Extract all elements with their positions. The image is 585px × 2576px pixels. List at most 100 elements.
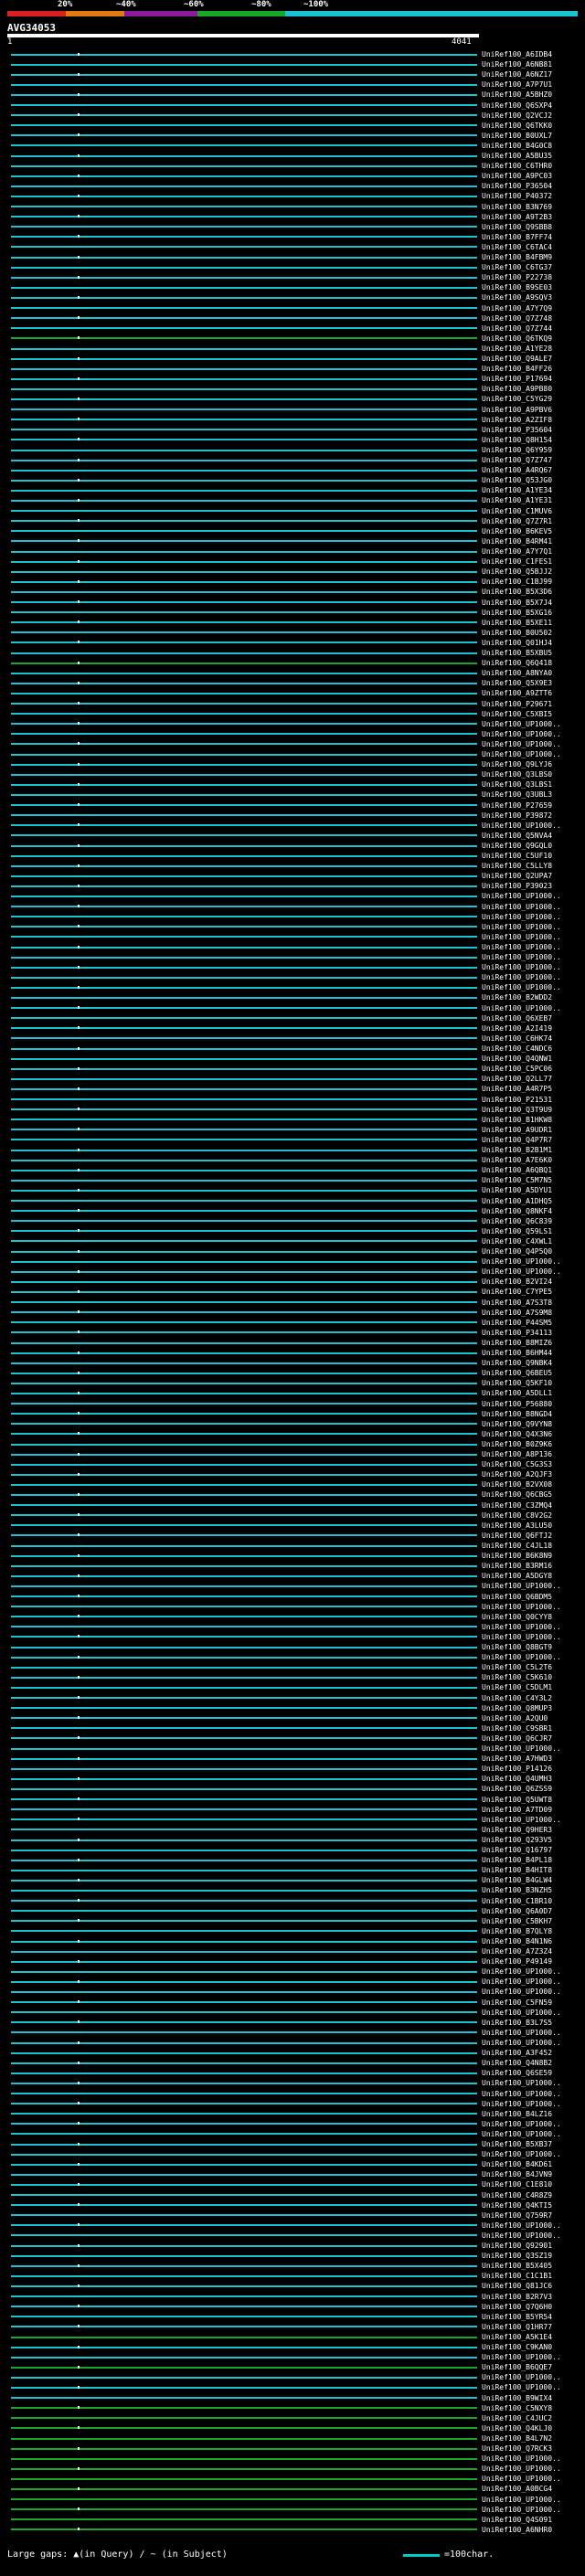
hit-row[interactable]: UniRef100_Q2LL77 bbox=[0, 1074, 585, 1084]
hit-row[interactable]: UniRef100_C4JUC2 bbox=[0, 2413, 585, 2423]
hit-label[interactable]: UniRef100_B5XB37 bbox=[482, 2139, 552, 2149]
hit-row[interactable]: UniRef100_C6TAC4 bbox=[0, 242, 585, 252]
hit-row[interactable]: UniRef100_A2QU0 bbox=[0, 1713, 585, 1723]
hit-label[interactable]: UniRef100_UP1000.. bbox=[482, 821, 561, 831]
hit-label[interactable]: UniRef100_Q2VCJ2 bbox=[482, 111, 552, 121]
hit-row[interactable]: UniRef100_B8MIZ6 bbox=[0, 1338, 585, 1348]
hit-row[interactable]: UniRef100_Q7Z7R1 bbox=[0, 516, 585, 526]
hit-label[interactable]: UniRef100_C5K610 bbox=[482, 1672, 552, 1682]
hit-row[interactable]: UniRef100_A7P7U1 bbox=[0, 80, 585, 90]
hit-row[interactable]: UniRef100_B4N1N6 bbox=[0, 1936, 585, 1946]
hit-row[interactable]: UniRef100_A2I419 bbox=[0, 1023, 585, 1034]
hit-label[interactable]: UniRef100_Q4KLJ0 bbox=[482, 2423, 552, 2433]
hit-label[interactable]: UniRef100_A7HWD3 bbox=[482, 1754, 552, 1764]
hit-label[interactable]: UniRef100_B4KD61 bbox=[482, 2159, 552, 2169]
hit-row[interactable]: UniRef100_UP1000.. bbox=[0, 891, 585, 901]
hit-label[interactable]: UniRef100_C5BKH7 bbox=[482, 1916, 552, 1926]
hit-label[interactable]: UniRef100_UP1000.. bbox=[482, 729, 561, 739]
hit-row[interactable]: UniRef100_P22738 bbox=[0, 272, 585, 282]
hit-row[interactable]: UniRef100_A0BCG4 bbox=[0, 2484, 585, 2494]
hit-label[interactable]: UniRef100_A9UDR1 bbox=[482, 1125, 552, 1135]
hit-label[interactable]: UniRef100_A1YE31 bbox=[482, 495, 552, 505]
hit-label[interactable]: UniRef100_Q6Q418 bbox=[482, 658, 552, 668]
hit-row[interactable]: UniRef100_B4JVN9 bbox=[0, 2169, 585, 2179]
hit-row[interactable]: UniRef100_UP1000.. bbox=[0, 749, 585, 759]
hit-row[interactable]: UniRef100_C5BKH7 bbox=[0, 1916, 585, 1926]
hit-label[interactable]: UniRef100_B5X7J4 bbox=[482, 598, 552, 608]
hit-row[interactable]: UniRef100_Q4QNW1 bbox=[0, 1054, 585, 1064]
hit-row[interactable]: UniRef100_UP1000.. bbox=[0, 932, 585, 942]
hit-label[interactable]: UniRef100_Q6ZSS9 bbox=[482, 1784, 552, 1794]
hit-row[interactable]: UniRef100_P39872 bbox=[0, 811, 585, 821]
hit-label[interactable]: UniRef100_C6TG37 bbox=[482, 262, 552, 272]
hit-label[interactable]: UniRef100_C5LLY8 bbox=[482, 861, 552, 871]
hit-label[interactable]: UniRef100_UP1000.. bbox=[482, 2078, 561, 2088]
hit-label[interactable]: UniRef100_C5UF10 bbox=[482, 851, 552, 861]
hit-row[interactable]: UniRef100_Q2UPA7 bbox=[0, 871, 585, 881]
hit-row[interactable]: UniRef100_Q6CJR7 bbox=[0, 1733, 585, 1744]
hit-label[interactable]: UniRef100_A5DYU1 bbox=[482, 1185, 552, 1195]
hit-label[interactable]: UniRef100_Q6BDM5 bbox=[482, 1592, 552, 1602]
hit-label[interactable]: UniRef100_C5XBI5 bbox=[482, 709, 552, 719]
hit-label[interactable]: UniRef100_Q53JG0 bbox=[482, 475, 552, 485]
hit-label[interactable]: UniRef100_Q3SZ19 bbox=[482, 2251, 552, 2261]
hit-row[interactable]: UniRef100_UP1000.. bbox=[0, 1003, 585, 1013]
hit-row[interactable]: UniRef100_P27659 bbox=[0, 800, 585, 811]
hit-row[interactable]: UniRef100_C3ZMQ4 bbox=[0, 1500, 585, 1511]
hit-row[interactable]: UniRef100_Q759R7 bbox=[0, 2210, 585, 2221]
hit-row[interactable]: UniRef100_B4FBM9 bbox=[0, 252, 585, 262]
hit-label[interactable]: UniRef100_Q59LS1 bbox=[482, 1226, 552, 1236]
hit-row[interactable]: UniRef100_Q3LBS0 bbox=[0, 769, 585, 779]
hit-label[interactable]: UniRef100_P40372 bbox=[482, 191, 552, 201]
hit-label[interactable]: UniRef100_UP1000.. bbox=[482, 749, 561, 759]
hit-label[interactable]: UniRef100_Q4P7R7 bbox=[482, 1135, 552, 1145]
hit-label[interactable]: UniRef100_Q6TKQ9 bbox=[482, 334, 552, 344]
hit-label[interactable]: UniRef100_UP1000.. bbox=[482, 2231, 561, 2241]
hit-label[interactable]: UniRef100_Q16797 bbox=[482, 1845, 552, 1855]
hit-label[interactable]: UniRef100_Q7Z744 bbox=[482, 323, 552, 334]
hit-row[interactable]: UniRef100_A1YE28 bbox=[0, 344, 585, 354]
hit-label[interactable]: UniRef100_P29671 bbox=[482, 699, 552, 709]
hit-row[interactable]: UniRef100_C1MUV6 bbox=[0, 506, 585, 516]
hit-row[interactable]: UniRef100_A9T2B3 bbox=[0, 212, 585, 222]
hit-label[interactable]: UniRef100_UP1000.. bbox=[482, 2464, 561, 2474]
hit-label[interactable]: UniRef100_Q9LYJ6 bbox=[482, 759, 552, 769]
hit-label[interactable]: UniRef100_A1DHQ5 bbox=[482, 1196, 552, 1206]
hit-label[interactable]: UniRef100_Q6TKK0 bbox=[482, 121, 552, 131]
hit-row[interactable]: UniRef100_B5X7J4 bbox=[0, 598, 585, 608]
hit-row[interactable]: UniRef100_Q6BDM5 bbox=[0, 1592, 585, 1602]
hit-row[interactable]: UniRef100_Q9GQL0 bbox=[0, 841, 585, 851]
hit-label[interactable]: UniRef100_UP1000.. bbox=[482, 932, 561, 942]
hit-row[interactable]: UniRef100_C5UF10 bbox=[0, 851, 585, 861]
hit-label[interactable]: UniRef100_UP1000.. bbox=[482, 2099, 561, 2109]
hit-row[interactable]: UniRef100_B9WIX4 bbox=[0, 2393, 585, 2403]
hit-label[interactable]: UniRef100_UP1000.. bbox=[482, 2505, 561, 2515]
hit-row[interactable]: UniRef100_Q293V5 bbox=[0, 1835, 585, 1845]
hit-row[interactable]: UniRef100_P36504 bbox=[0, 181, 585, 191]
hit-row[interactable]: UniRef100_B4RM41 bbox=[0, 536, 585, 546]
hit-row[interactable]: UniRef100_A2ZIF8 bbox=[0, 415, 585, 425]
hit-row[interactable]: UniRef100_B1HKW8 bbox=[0, 1115, 585, 1125]
hit-row[interactable]: UniRef100_P29671 bbox=[0, 699, 585, 709]
hit-row[interactable]: UniRef100_UP1000.. bbox=[0, 922, 585, 932]
hit-label[interactable]: UniRef100_UP1000.. bbox=[482, 2454, 561, 2464]
hit-row[interactable]: UniRef100_B2B1M1 bbox=[0, 1145, 585, 1155]
hit-label[interactable]: UniRef100_Q9ALE7 bbox=[482, 354, 552, 364]
hit-label[interactable]: UniRef100_UP1000.. bbox=[482, 1744, 561, 1754]
hit-label[interactable]: UniRef100_B2B1M1 bbox=[482, 1145, 552, 1155]
hit-row[interactable]: UniRef100_UP1000.. bbox=[0, 2149, 585, 2159]
hit-label[interactable]: UniRef100_A6NHR0 bbox=[482, 2525, 552, 2535]
hit-label[interactable]: UniRef100_B9SE03 bbox=[482, 282, 552, 292]
hit-row[interactable]: UniRef100_Q8H154 bbox=[0, 435, 585, 445]
hit-row[interactable]: UniRef100_UP1000.. bbox=[0, 1987, 585, 1997]
hit-label[interactable]: UniRef100_A4RQ67 bbox=[482, 465, 552, 475]
hit-label[interactable]: UniRef100_UP1000.. bbox=[482, 1977, 561, 1987]
hit-row[interactable]: UniRef100_Q6SXP4 bbox=[0, 101, 585, 111]
hit-label[interactable]: UniRef100_Q4X3N6 bbox=[482, 1429, 552, 1439]
hit-label[interactable]: UniRef100_Q7Q6H0 bbox=[482, 2302, 552, 2312]
hit-row[interactable]: UniRef100_A5DYU1 bbox=[0, 1185, 585, 1195]
hit-label[interactable]: UniRef100_B6QQE7 bbox=[482, 2362, 552, 2372]
hit-label[interactable]: UniRef100_B0U502 bbox=[482, 628, 552, 638]
hit-label[interactable]: UniRef100_Q8MUP3 bbox=[482, 1703, 552, 1713]
hit-label[interactable]: UniRef100_P36504 bbox=[482, 181, 552, 191]
